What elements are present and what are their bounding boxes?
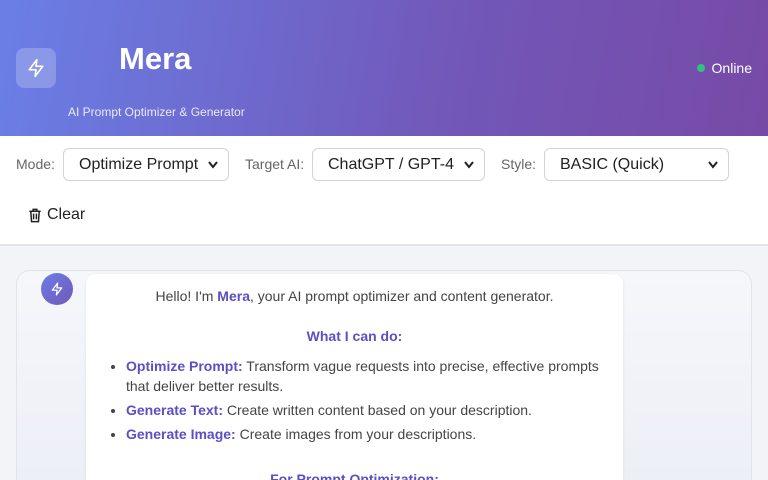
list-item: Generate Text: Create written content ba… [126,400,606,420]
greeting-text: Hello! I'm Mera, your AI prompt optimize… [86,288,623,304]
status-text: Online [711,60,752,76]
lightning-bolt-icon [28,58,44,78]
greeting-prefix: Hello! I'm [155,288,218,304]
app-subtitle: AI Prompt Optimizer & Generator [68,105,245,119]
lightning-bolt-icon [51,282,63,296]
assistant-message: Hello! I'm Mera, your AI prompt optimize… [86,274,623,480]
capability-name: Generate Image: [126,426,236,442]
capabilities-heading: What I can do: [306,328,403,344]
assistant-avatar [41,273,73,305]
mode-label: Mode: [16,156,55,172]
greeting-suffix: , your AI prompt optimizer and content g… [249,288,554,304]
logo [16,48,56,88]
app-header: Mera AI Prompt Optimizer & Generator Onl… [0,0,768,136]
toolbar: Mode: Optimize Prompt Target AI: ChatGPT… [0,136,768,246]
style-select[interactable]: BASIC (Quick) [544,148,729,181]
capabilities-list: Optimize Prompt: Transform vague request… [126,356,606,448]
status-indicator: Online [696,60,752,76]
mode-select[interactable]: Optimize Prompt [63,148,229,181]
greeting-name: Mera [217,288,250,304]
target-ai-label: Target AI: [245,156,305,172]
clear-button[interactable]: Clear [28,206,85,224]
online-dot-icon [696,64,705,72]
trash-icon [29,208,41,222]
style-select-value: BASIC (Quick) [560,155,665,173]
list-item: Generate Image: Create images from your … [126,424,606,444]
style-label: Style: [501,156,537,172]
chevron-down-icon [464,160,474,169]
chevron-down-icon [708,160,718,169]
chevron-down-icon [208,160,218,169]
target-ai-select[interactable]: ChatGPT / GPT-4 [312,148,485,181]
capability-name: Generate Text: [126,402,223,418]
app-title: Mera [119,41,192,76]
capability-name: Optimize Prompt: [126,358,243,374]
list-item: Optimize Prompt: Transform vague request… [126,356,606,396]
mode-select-value: Optimize Prompt [79,155,199,173]
clear-button-label: Clear [47,206,86,223]
target-ai-select-value: ChatGPT / GPT-4 [328,155,454,173]
prompt-optimization-heading: For Prompt Optimization: [270,471,439,480]
capability-desc: Create written content based on your des… [223,402,532,418]
capability-desc: Create images from your descriptions. [235,426,477,442]
